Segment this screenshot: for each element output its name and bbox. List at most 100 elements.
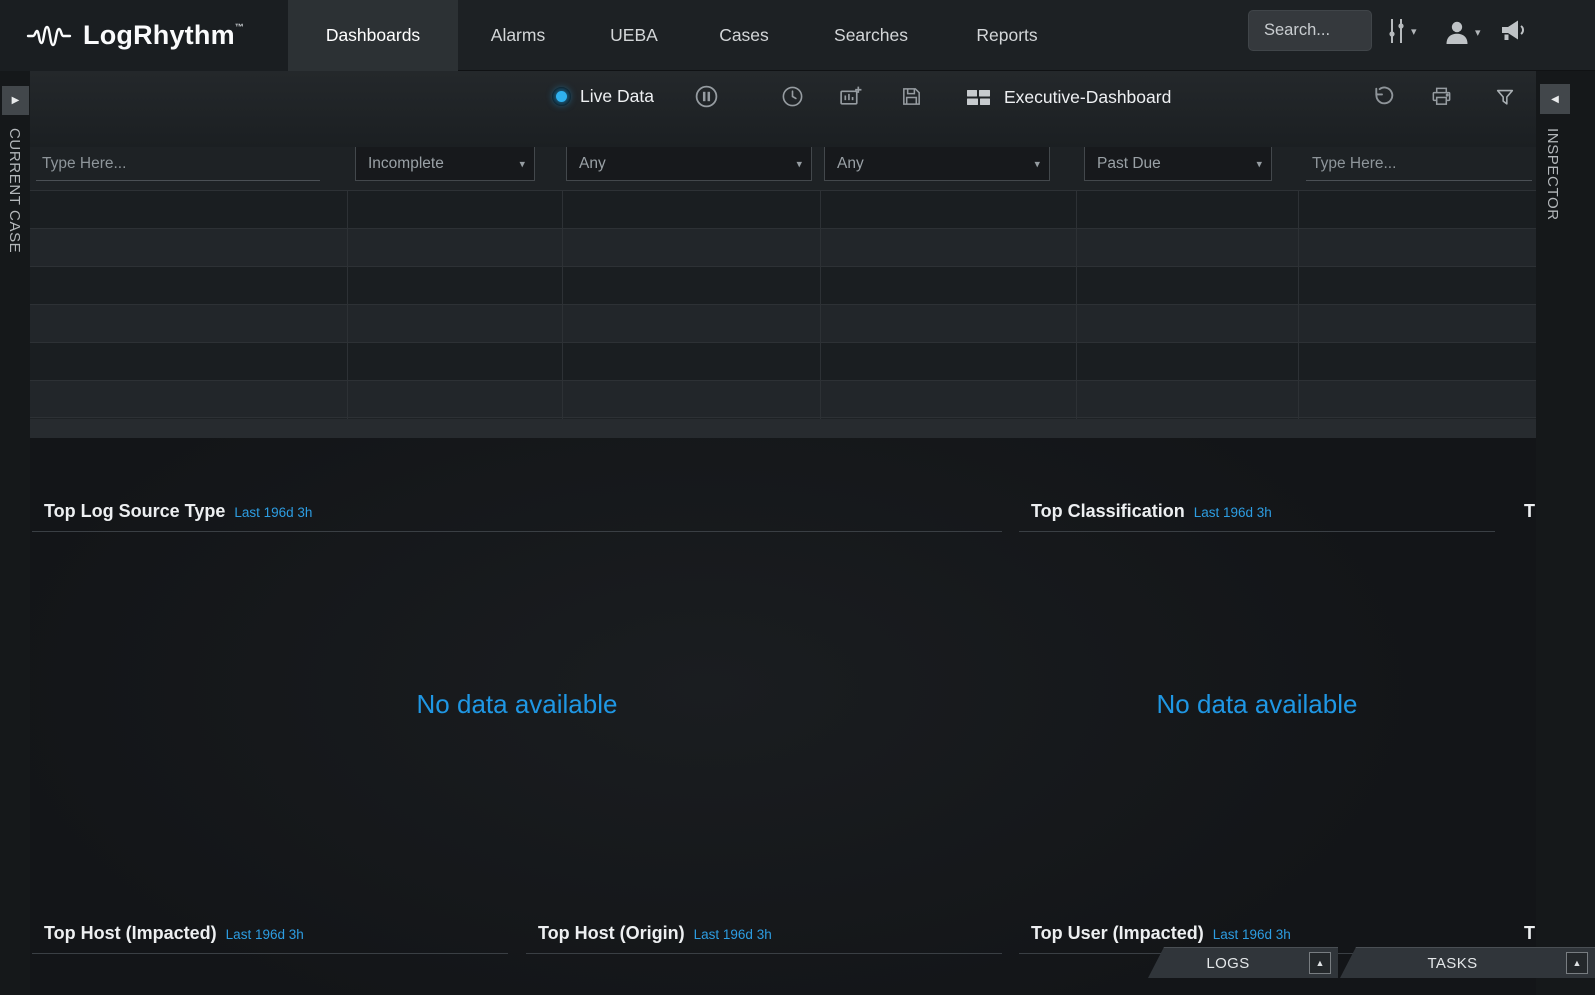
- logs-label: LOGS: [1206, 955, 1249, 972]
- filter-dropdown-any-2[interactable]: Any ▾: [824, 147, 1050, 181]
- top-nav-bar: LogRhythm™ Dashboards Alarms UEBA Cases …: [0, 0, 1595, 71]
- trademark-symbol: ™: [235, 22, 244, 32]
- nav-tab-ueba[interactable]: UEBA: [578, 0, 690, 71]
- widget-header: Top Host (Impacted) Last 196d 3h: [30, 910, 510, 953]
- widget-title: Top Host (Origin): [538, 923, 685, 944]
- expand-inspector-button[interactable]: ◀: [1540, 84, 1570, 114]
- arrow-up-icon: ▲: [1316, 958, 1325, 968]
- widget-header: T: [1510, 488, 1536, 531]
- no-data-message: No data available: [1017, 532, 1497, 877]
- app-window: LogRhythm™ Dashboards Alarms UEBA Cases …: [0, 0, 1595, 995]
- column-separator: [1298, 190, 1299, 419]
- current-case-label: CURRENT CASE: [6, 128, 23, 253]
- arrow-left-icon: ◀: [1551, 94, 1559, 105]
- logo-text: LogRhythm™: [83, 20, 244, 51]
- live-data-toggle[interactable]: [552, 87, 571, 106]
- tasks-expand-button[interactable]: ▲: [1566, 952, 1588, 974]
- inspector-rail[interactable]: ◀ INSPECTOR: [1536, 71, 1595, 995]
- widget-title: T: [1524, 501, 1535, 522]
- inspector-label: INSPECTOR: [1544, 128, 1561, 221]
- widget-top-log-source-type: Top Log Source Type Last 196d 3h No data…: [30, 488, 1004, 910]
- table-row: [30, 342, 1536, 380]
- case-filter-input[interactable]: [36, 147, 320, 181]
- dashboard-selector[interactable]: Executive-Dashboard: [966, 87, 1171, 108]
- add-widget-icon[interactable]: [838, 84, 863, 109]
- widget-top-classification: Top Classification Last 196d 3h No data …: [1017, 488, 1497, 910]
- table-row: [30, 266, 1536, 304]
- nav-tab-cases[interactable]: Cases: [690, 0, 798, 71]
- tag-filter-input[interactable]: [1306, 147, 1532, 181]
- widget-timespan: Last 196d 3h: [234, 505, 312, 520]
- widget-timespan: Last 196d 3h: [694, 927, 772, 942]
- column-separator: [347, 190, 348, 419]
- column-separator: [562, 190, 563, 419]
- live-data-radio-icon: [552, 87, 571, 106]
- filter-funnel-icon[interactable]: [1494, 86, 1516, 108]
- pause-button[interactable]: [694, 84, 719, 109]
- tasks-label: TASKS: [1427, 955, 1477, 972]
- preferences-sliders-icon[interactable]: ▾: [1386, 16, 1417, 46]
- time-range-clock-icon[interactable]: [781, 85, 804, 108]
- widget-timespan: Last 196d 3h: [1213, 927, 1291, 942]
- save-dashboard-icon[interactable]: [900, 85, 923, 108]
- expand-current-case-button[interactable]: ▶: [2, 86, 29, 115]
- live-data-label: Live Data: [580, 86, 654, 107]
- nav-tab-dashboards[interactable]: Dashboards: [288, 0, 458, 71]
- filter-value: Any: [837, 155, 864, 173]
- dashboard-toolbar: Live Data Ex: [0, 71, 1595, 147]
- widget-divider: [526, 953, 1002, 954]
- widget-header: Top Log Source Type Last 196d 3h: [30, 488, 1004, 531]
- chevron-down-icon: ▾: [1034, 157, 1040, 170]
- status-filter-dropdown[interactable]: Incomplete ▾: [355, 147, 535, 181]
- dashboard-grid-icon: [966, 88, 991, 107]
- table-row: [30, 228, 1536, 266]
- announcements-megaphone-icon[interactable]: [1498, 16, 1528, 44]
- nav-tab-searches[interactable]: Searches: [798, 0, 944, 71]
- widget-divider: [32, 953, 508, 954]
- table-row: [30, 190, 1536, 228]
- undo-icon[interactable]: [1369, 84, 1394, 109]
- dashboard-name: Executive-Dashboard: [1004, 87, 1171, 108]
- widget-header: Top Classification Last 196d 3h: [1017, 488, 1497, 531]
- due-date-filter-dropdown[interactable]: Past Due ▾: [1084, 147, 1272, 181]
- no-data-message: No data available: [30, 532, 1004, 877]
- chevron-down-icon: ▾: [1475, 26, 1481, 39]
- chevron-down-icon: ▾: [1256, 157, 1262, 170]
- status-filter-value: Incomplete: [368, 155, 444, 173]
- user-account-icon[interactable]: ▾: [1442, 18, 1481, 46]
- table-row: [30, 380, 1536, 418]
- logs-drawer-tab[interactable]: LOGS ▲: [1148, 947, 1338, 978]
- column-separator: [1076, 190, 1077, 419]
- current-case-rail[interactable]: ▶ CURRENT CASE: [0, 71, 30, 995]
- widget-top-host-impacted: Top Host (Impacted) Last 196d 3h: [30, 910, 510, 995]
- chevron-down-icon: ▾: [519, 157, 525, 170]
- horizontal-scrollbar[interactable]: [30, 419, 1536, 438]
- logo-wave-icon: [26, 19, 72, 53]
- search-input[interactable]: Search...: [1248, 10, 1372, 51]
- cases-table: Incomplete ▾ Any ▾ Any ▾ Past Due ▾: [30, 147, 1536, 438]
- logrhythm-logo: LogRhythm™: [0, 0, 288, 71]
- widget-clipped-top-right: T: [1510, 488, 1536, 910]
- table-row: [30, 304, 1536, 342]
- chevron-down-icon: ▾: [796, 157, 802, 170]
- widget-top-host-origin: Top Host (Origin) Last 196d 3h: [524, 910, 1004, 995]
- widget-title: Top Log Source Type: [44, 501, 225, 522]
- print-icon[interactable]: [1430, 85, 1453, 108]
- nav-tab-reports[interactable]: Reports: [944, 0, 1070, 71]
- dashboard-content: Incomplete ▾ Any ▾ Any ▾ Past Due ▾: [30, 147, 1536, 995]
- widget-timespan: Last 196d 3h: [1194, 505, 1272, 520]
- widget-title: Top Host (Impacted): [44, 923, 217, 944]
- chevron-down-icon: ▾: [1411, 25, 1417, 38]
- widget-title: Top User (Impacted): [1031, 923, 1204, 944]
- primary-nav-tabs: Dashboards Alarms UEBA Cases Searches Re…: [288, 0, 1070, 71]
- widget-title: T: [1524, 923, 1535, 944]
- widget-header: Top Host (Origin) Last 196d 3h: [524, 910, 1004, 953]
- filter-dropdown-any-1[interactable]: Any ▾: [566, 147, 812, 181]
- logs-expand-button[interactable]: ▲: [1309, 952, 1331, 974]
- tasks-drawer-tab[interactable]: TASKS ▲: [1340, 947, 1595, 978]
- arrow-right-icon: ▶: [12, 95, 20, 106]
- nav-tab-alarms[interactable]: Alarms: [458, 0, 578, 71]
- widget-title: Top Classification: [1031, 501, 1185, 522]
- column-separator: [820, 190, 821, 419]
- arrow-up-icon: ▲: [1573, 958, 1582, 968]
